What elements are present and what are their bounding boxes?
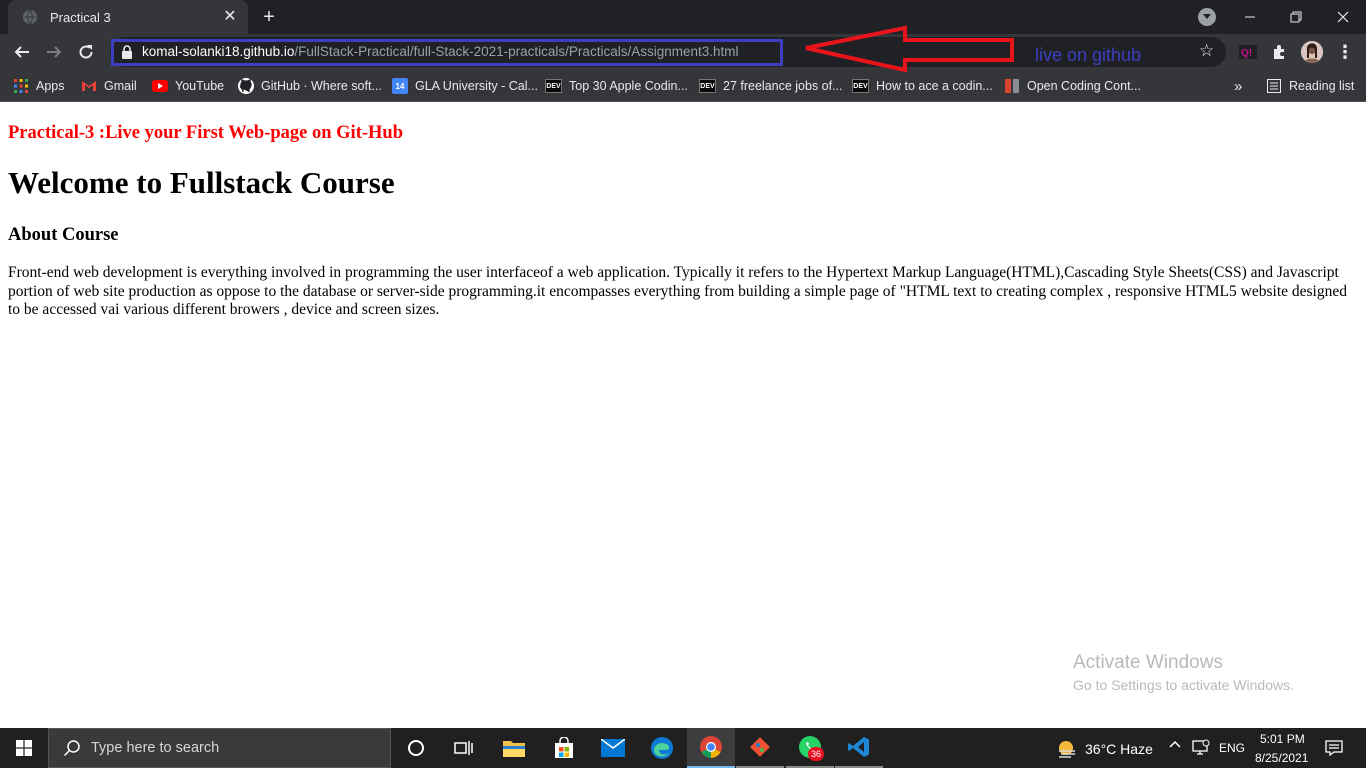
bookmarks-overflow-button[interactable]: »	[1234, 76, 1242, 96]
reload-button[interactable]	[72, 38, 100, 66]
calendar-icon: 14	[392, 78, 408, 94]
bookmarks-bar: Apps Gmail YouTube GitHub · Where soft..…	[0, 70, 1366, 102]
extension-icon[interactable]: Q!	[1238, 42, 1258, 62]
url-host: komal-solanki18.github.io	[142, 44, 295, 59]
back-button[interactable]	[8, 38, 36, 66]
chrome-taskbar-icon[interactable]	[687, 728, 735, 768]
dev-icon: DEV	[852, 79, 869, 93]
bookmark-label: Top 30 Apple Codin...	[569, 79, 688, 93]
search-placeholder: Type here to search	[91, 740, 220, 756]
watermark-subtitle: Go to Settings to activate Windows.	[1073, 677, 1294, 693]
about-paragraph: Front-end web development is everything …	[8, 264, 1347, 318]
bookmark-label: Gmail	[104, 79, 137, 93]
bookmark-27-freelance[interactable]: DEV 27 freelance jobs of...	[699, 76, 843, 96]
forward-button[interactable]	[40, 38, 68, 66]
tab-strip: Practical 3 ✕ +	[0, 0, 1366, 34]
cortana-icon[interactable]	[392, 728, 440, 768]
lock-icon[interactable]	[121, 45, 133, 59]
restore-button[interactable]	[1273, 0, 1319, 34]
tab-practical-3[interactable]: Practical 3 ✕	[8, 0, 248, 34]
search-icon	[63, 740, 80, 757]
close-window-button[interactable]	[1320, 0, 1366, 34]
profile-avatar[interactable]	[1301, 41, 1323, 63]
taskbar-search-box[interactable]: Type here to search	[48, 728, 391, 768]
edge-icon[interactable]	[638, 728, 686, 768]
vscode-icon[interactable]	[835, 728, 883, 768]
youtube-icon	[152, 78, 168, 94]
bookmark-open-coding[interactable]: Open Coding Cont...	[1004, 76, 1141, 96]
show-hidden-icons[interactable]	[1169, 738, 1181, 754]
clock-time[interactable]: 5:01 PM	[1260, 732, 1305, 746]
bookmark-label: Open Coding Cont...	[1027, 79, 1141, 93]
haze-weather-icon[interactable]	[1056, 739, 1078, 759]
whatsapp-badge: 36	[808, 747, 824, 761]
annotation-text: live on github	[1035, 45, 1142, 65]
bookmark-label: YouTube	[175, 79, 225, 93]
reading-list-icon	[1266, 78, 1282, 94]
activate-windows-watermark: Activate Windows Go to Settings to activ…	[1073, 651, 1294, 695]
extensions-puzzle-icon[interactable]	[1270, 42, 1290, 62]
dev-icon: DEV	[699, 79, 716, 93]
bookmark-top-30-apple[interactable]: DEV Top 30 Apple Codin...	[545, 76, 688, 96]
weather-text[interactable]: 36°C Haze	[1085, 741, 1153, 757]
gmail-icon	[81, 78, 97, 94]
watermark-title: Activate Windows	[1073, 652, 1223, 673]
microsoft-store-icon[interactable]	[540, 728, 588, 768]
clock-date[interactable]: 8/25/2021	[1255, 751, 1308, 765]
close-tab-icon[interactable]: ✕	[222, 9, 238, 25]
apps-grid-icon	[13, 78, 29, 94]
bookmark-label: GitHub · Where soft...	[261, 79, 382, 93]
new-tab-button[interactable]: +	[259, 7, 279, 27]
url-path: /FullStack-Practical/full-Stack-2021-pra…	[294, 44, 739, 59]
bookmark-youtube[interactable]: YouTube	[152, 76, 224, 96]
bookmark-label: 27 freelance jobs of...	[723, 79, 843, 93]
globe-icon	[23, 9, 37, 25]
bookmark-how-to-ace[interactable]: DEV How to ace a codin...	[852, 76, 993, 96]
practical-title: Practical-3 :Live your First Web-page on…	[8, 123, 403, 143]
url-text[interactable]: komal-solanki18.github.io/FullStack-Prac…	[142, 44, 739, 60]
chrome-menu-icon[interactable]: ⋮	[1336, 42, 1354, 62]
language-indicator[interactable]: ENG	[1219, 741, 1245, 755]
svg-text:Q!: Q!	[1241, 48, 1252, 59]
git-icon[interactable]	[736, 728, 784, 768]
bookmark-apps[interactable]: Apps	[13, 76, 65, 96]
bookmark-gla-university[interactable]: 14 GLA University - Cal...	[392, 76, 538, 96]
taskbar: Type here to search	[0, 728, 1366, 768]
network-display-icon[interactable]	[1192, 738, 1210, 759]
web-page: Practical-3 :Live your First Web-page on…	[0, 103, 1366, 728]
bookmark-star-icon[interactable]: ☆	[1199, 42, 1217, 60]
tg-icon	[1004, 78, 1020, 94]
minimize-button[interactable]	[1227, 0, 1273, 34]
dev-icon: DEV	[545, 79, 562, 93]
bookmark-label: GLA University - Cal...	[415, 79, 538, 93]
task-view-icon[interactable]	[440, 728, 488, 768]
tab-search-icon[interactable]	[1198, 8, 1216, 26]
bookmark-label: How to ace a codin...	[876, 79, 993, 93]
reading-list-label: Reading list	[1289, 79, 1355, 93]
windows-start-button[interactable]	[0, 728, 48, 768]
file-explorer-icon[interactable]	[490, 728, 538, 768]
bookmark-label: Apps	[36, 79, 65, 93]
github-icon	[238, 78, 254, 94]
reading-list-button[interactable]: Reading list	[1266, 76, 1354, 96]
tab-title: Practical 3	[50, 9, 111, 25]
about-title: About Course	[8, 225, 119, 245]
mail-icon[interactable]	[589, 728, 637, 768]
bookmark-gmail[interactable]: Gmail	[81, 76, 137, 96]
notification-center-icon[interactable]	[1325, 739, 1343, 760]
course-title: Welcome to Fullstack Course	[8, 165, 395, 200]
bookmark-github[interactable]: GitHub · Where soft...	[238, 76, 382, 96]
